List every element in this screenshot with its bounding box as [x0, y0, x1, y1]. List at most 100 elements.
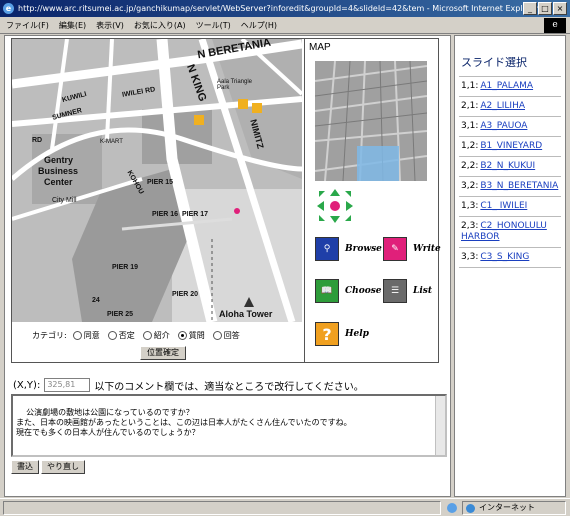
submit-button[interactable]: 書込	[11, 460, 39, 474]
slide-item: 1,1: A1_PALAMA	[459, 76, 561, 96]
list-tool[interactable]: ☰ List	[383, 279, 432, 303]
slide-item: 1,2: B1_VINEYARD	[459, 136, 561, 156]
write-tool[interactable]: ✎ Write	[383, 237, 441, 261]
browse-tool[interactable]: ⚲ Browse	[315, 237, 382, 261]
slide-item: 2,2: B2_N_KUKUI	[459, 156, 561, 176]
xy-field[interactable]: 325,81	[44, 378, 91, 392]
pan-left-icon[interactable]	[317, 201, 324, 211]
category-agree-radio[interactable]: 同意	[72, 330, 100, 341]
slide-index: 3,3:	[461, 252, 479, 262]
category-option-label: 同意	[83, 330, 100, 340]
slide-link-b2[interactable]: B2_N_KUKUI	[480, 161, 535, 171]
comment-instruction: 以下のコメント欄では、適当なところで改行してください。	[94, 381, 364, 393]
category-answer-radio[interactable]: 回答	[212, 330, 240, 341]
map-label-rd: RD	[32, 137, 43, 144]
form-buttons: 書込 やり直し	[11, 460, 85, 474]
map-label-pier-25: PIER 25	[107, 311, 134, 318]
map-tool-panel: MAP ⚲ Browse ✎ Write 📖 Choose ☰ List ? H…	[304, 39, 441, 362]
slide-item: 3,2: B3_N_BERETANIA	[459, 176, 561, 196]
zone-label: インターネット	[479, 503, 535, 512]
slide-link-a2[interactable]: A2_LILIHA	[480, 101, 525, 111]
category-label: カテゴリ:	[32, 330, 67, 340]
minimize-button[interactable]: _	[523, 2, 537, 15]
choose-label: Choose	[345, 286, 382, 296]
overview-minimap[interactable]	[315, 61, 427, 181]
pan-right-icon[interactable]	[346, 201, 353, 211]
minimap-viewport-highlight	[357, 146, 399, 181]
pan-downleft-icon[interactable]	[319, 215, 325, 221]
slide-item: 3,1: A3_PAUOA	[459, 116, 561, 136]
pan-up-icon[interactable]	[330, 189, 340, 196]
menu-favorites[interactable]: お気に入り(A)	[134, 20, 186, 31]
help-tool[interactable]: ? Help	[315, 322, 369, 346]
question-mark-icon: ?	[315, 322, 339, 346]
globe-icon	[466, 504, 475, 513]
comment-textarea[interactable]: 公演劇場の敷地は公園になっているのですか？ また、日本の映画館があったということ…	[11, 394, 447, 457]
menu-view[interactable]: 表示(V)	[96, 20, 124, 31]
slide-list: 1,1: A1_PALAMA 2,1: A2_LILIHA 3,1: A3_PAUOA…	[459, 76, 561, 275]
map-label-aloha-tower: Aloha Tower	[219, 309, 273, 319]
slide-index: 2,3:	[461, 221, 479, 231]
menu-bar: ファイル(F) 編集(E) 表示(V) お気に入り(A) ツール(T) ヘルプ(…	[0, 17, 570, 34]
category-option-label: 紹介	[153, 330, 170, 340]
pan-upleft-icon[interactable]	[319, 191, 325, 197]
reset-button[interactable]: やり直し	[41, 460, 85, 474]
slide-link-c3[interactable]: C3_S_KING	[480, 252, 529, 262]
window-title: http://www.arc.ritsumei.ac.jp/ganchikuma…	[18, 4, 539, 13]
map-label-gentry-3: Center	[44, 177, 73, 187]
menu-help[interactable]: ヘルプ(H)	[241, 20, 277, 31]
book-icon: 📖	[315, 279, 339, 303]
street-map[interactable]: N BERETANIA N KING KUWILI IWILEI RD SUMN…	[12, 39, 302, 322]
slide-index: 1,2:	[461, 141, 479, 151]
slide-link-c1[interactable]: C1_ IWILEI	[480, 201, 527, 211]
slide-item: 1,3: C1_ IWILEI	[459, 196, 561, 216]
ie-icon: e	[3, 3, 14, 14]
menu-edit[interactable]: 編集(E)	[59, 20, 86, 31]
category-introduce-radio[interactable]: 紹介	[142, 330, 170, 341]
category-deny-radio[interactable]: 否定	[107, 330, 135, 341]
map-label-aala-park: Aala Triangle Park	[217, 79, 253, 91]
menu-file[interactable]: ファイル(F)	[6, 20, 49, 31]
slide-selector-sidebar: スライド選択 1,1: A1_PALAMA 2,1: A2_LILIHA 3,1: A…	[454, 35, 566, 497]
browse-label: Browse	[345, 244, 382, 254]
maximize-button[interactable]: □	[538, 2, 552, 15]
help-label: Help	[345, 329, 369, 339]
radio-circle-icon	[142, 330, 152, 340]
slide-link-b1[interactable]: B1_VINEYARD	[480, 141, 542, 151]
menu-tools[interactable]: ツール(T)	[196, 20, 231, 31]
slide-link-a3[interactable]: A3_PAUOA	[480, 121, 527, 131]
panel-title: MAP	[309, 42, 331, 53]
ie-throbber-icon: e	[544, 18, 566, 33]
window-controls: _ □ ×	[523, 2, 567, 15]
pan-upright-icon[interactable]	[345, 191, 351, 197]
slide-item: 2,1: A2_LILIHA	[459, 96, 561, 116]
status-bar: インターネット	[0, 498, 570, 516]
map-label-city-mill: City Mill	[52, 197, 77, 204]
radio-circle-icon	[72, 330, 82, 340]
slide-item: 3,3: C3_S_KING	[459, 247, 561, 267]
map-label-pier-17: PIER 17	[182, 211, 209, 218]
map-label-gentry-2: Business	[38, 166, 79, 176]
category-question-radio[interactable]: 質問	[177, 330, 205, 341]
security-zone: インターネット	[462, 501, 566, 515]
status-text-area	[3, 501, 441, 515]
slide-index: 1,1:	[461, 81, 479, 91]
pan-navigation-pad[interactable]	[315, 189, 355, 225]
radio-circle-icon	[212, 330, 222, 340]
radio-circle-selected-icon	[177, 330, 187, 340]
pan-down-icon[interactable]	[330, 216, 340, 223]
slide-index: 3,1:	[461, 121, 479, 131]
slide-link-a1[interactable]: A1_PALAMA	[480, 81, 533, 91]
page-status-icon	[447, 503, 457, 513]
comment-scrollbar[interactable]	[435, 396, 445, 455]
list-icon: ☰	[383, 279, 407, 303]
main-content: N BERETANIA N KING KUWILI IWILEI RD SUMN…	[4, 35, 451, 497]
close-button[interactable]: ×	[553, 2, 567, 15]
confirm-position-button[interactable]: 位置確定	[140, 346, 186, 360]
pan-downright-icon[interactable]	[345, 215, 351, 221]
pan-center-icon[interactable]	[330, 201, 340, 211]
choose-tool[interactable]: 📖 Choose	[315, 279, 382, 303]
list-label: List	[413, 286, 432, 296]
radio-circle-icon	[107, 330, 117, 340]
slide-link-b3[interactable]: B3_N_BERETANIA	[480, 181, 558, 191]
